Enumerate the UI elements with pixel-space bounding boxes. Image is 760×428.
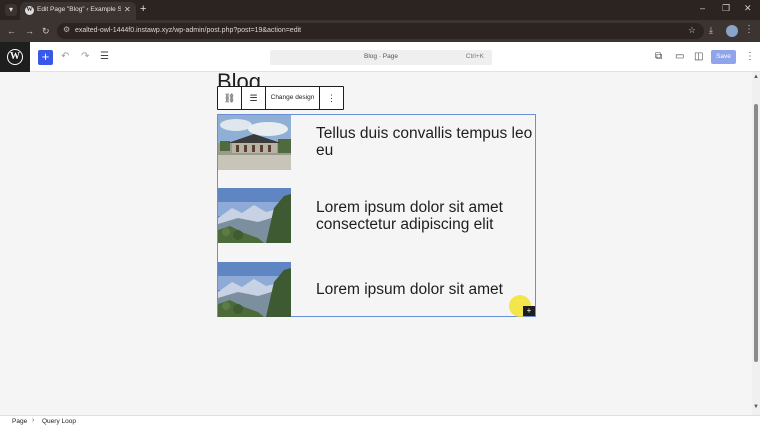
url-field[interactable]: ⚙ exalted-owl-1444f0.instawp.xyz/wp-admi… [57, 23, 704, 39]
back-icon[interactable]: ← [7, 25, 16, 37]
minimize-icon[interactable]: – [700, 3, 705, 13]
post-title[interactable]: Lorem ipsum dolor sit amet [316, 281, 536, 298]
reload-icon[interactable]: ↻ [42, 25, 50, 37]
document-overview-icon[interactable]: ☰ [100, 50, 109, 64]
breadcrumb-page[interactable]: Page [12, 418, 27, 425]
command-palette-bar[interactable]: Blog · Page Ctrl+K [270, 50, 492, 65]
editor-canvas[interactable]: Blog ⛓ ☰ Change design ⋮ Tellus duis con… [0, 72, 752, 415]
block-inserter-button[interactable]: + [38, 50, 53, 65]
tab-close-icon[interactable]: ✕ [124, 5, 131, 14]
breadcrumb: Page › Query Loop [0, 415, 760, 428]
wordpress-logo-button[interactable]: W [0, 42, 30, 72]
wordpress-logo-icon: W [7, 49, 23, 65]
change-design-button[interactable]: Change design [266, 87, 320, 109]
mountain-landscape-image[interactable] [218, 188, 291, 243]
browser-tab-strip: ▾ W Edit Page "Blog" ‹ Example Site ✕ + … [0, 0, 760, 20]
block-appender-icon[interactable]: + [523, 306, 535, 316]
new-tab-button[interactable]: + [140, 3, 146, 15]
block-options-icon[interactable]: ⋮ [320, 87, 343, 109]
link-icon[interactable]: ⛓ [218, 87, 242, 109]
list-item[interactable]: Lorem ipsum dolor sit amet consectetur a… [218, 188, 535, 244]
command-shortcut: Ctrl+K [465, 53, 484, 60]
align-icon[interactable]: ☰ [242, 87, 266, 109]
device-preview-icon[interactable]: ▭ [675, 50, 684, 64]
save-button[interactable]: Save [711, 50, 736, 64]
close-window-icon[interactable]: ✕ [744, 3, 752, 14]
post-title[interactable]: Tellus duis convallis tempus leo eu [316, 125, 536, 159]
scroll-up-icon[interactable]: ▲ [753, 74, 759, 80]
url-text: exalted-owl-1444f0.instawp.xyz/wp-admin/… [75, 27, 302, 34]
site-info-icon[interactable]: ⚙ [63, 25, 70, 34]
list-item[interactable]: Tellus duis convallis tempus leo eu [218, 115, 535, 171]
breadcrumb-query-loop[interactable]: Query Loop [42, 418, 76, 425]
post-title[interactable]: Lorem ipsum dolor sit amet consectetur a… [316, 199, 536, 233]
browser-tab[interactable]: W Edit Page "Blog" ‹ Example Site ✕ [20, 2, 136, 20]
query-loop-block[interactable]: Tellus duis convallis tempus leo eu Lore… [217, 114, 536, 317]
maximize-icon[interactable]: ❐ [722, 3, 730, 14]
profile-avatar[interactable] [726, 25, 738, 37]
download-icon[interactable]: ⤓ [709, 25, 713, 36]
canvas-scrollbar[interactable]: ▲ ▼ [752, 72, 760, 415]
scroll-down-icon[interactable]: ▼ [753, 404, 759, 410]
mountain-landscape-image[interactable] [218, 262, 291, 317]
palace-building-image[interactable] [218, 115, 291, 170]
settings-sidebar-icon[interactable]: ◫ [694, 50, 703, 64]
forward-icon[interactable]: → [25, 25, 34, 37]
redo-icon[interactable]: ↷ [81, 50, 89, 64]
view-page-icon[interactable]: ⧉ [655, 50, 662, 64]
list-item[interactable]: Lorem ipsum dolor sit amet [218, 262, 535, 318]
document-title: Blog · Page [364, 53, 398, 60]
options-menu-icon[interactable]: ⋮ [745, 50, 755, 64]
wordpress-favicon-icon: W [25, 6, 34, 15]
breadcrumb-chevron-icon: › [32, 417, 35, 424]
editor-header: W + ↶ ↷ ☰ Blog · Page Ctrl+K ⧉ ▭ ◫ Save … [0, 42, 760, 72]
address-bar-row: ← → ↻ ⚙ exalted-owl-1444f0.instawp.xyz/w… [0, 20, 760, 42]
bookmark-star-icon[interactable]: ☆ [688, 25, 696, 36]
undo-icon[interactable]: ↶ [61, 50, 69, 64]
block-toolbar: ⛓ ☰ Change design ⋮ [217, 86, 344, 110]
tab-title: Edit Page "Blog" ‹ Example Site [37, 6, 121, 13]
browser-menu-icon[interactable]: ⋮ [744, 24, 754, 35]
tab-search-icon[interactable]: ▾ [5, 4, 17, 16]
scrollbar-thumb[interactable] [754, 104, 758, 362]
